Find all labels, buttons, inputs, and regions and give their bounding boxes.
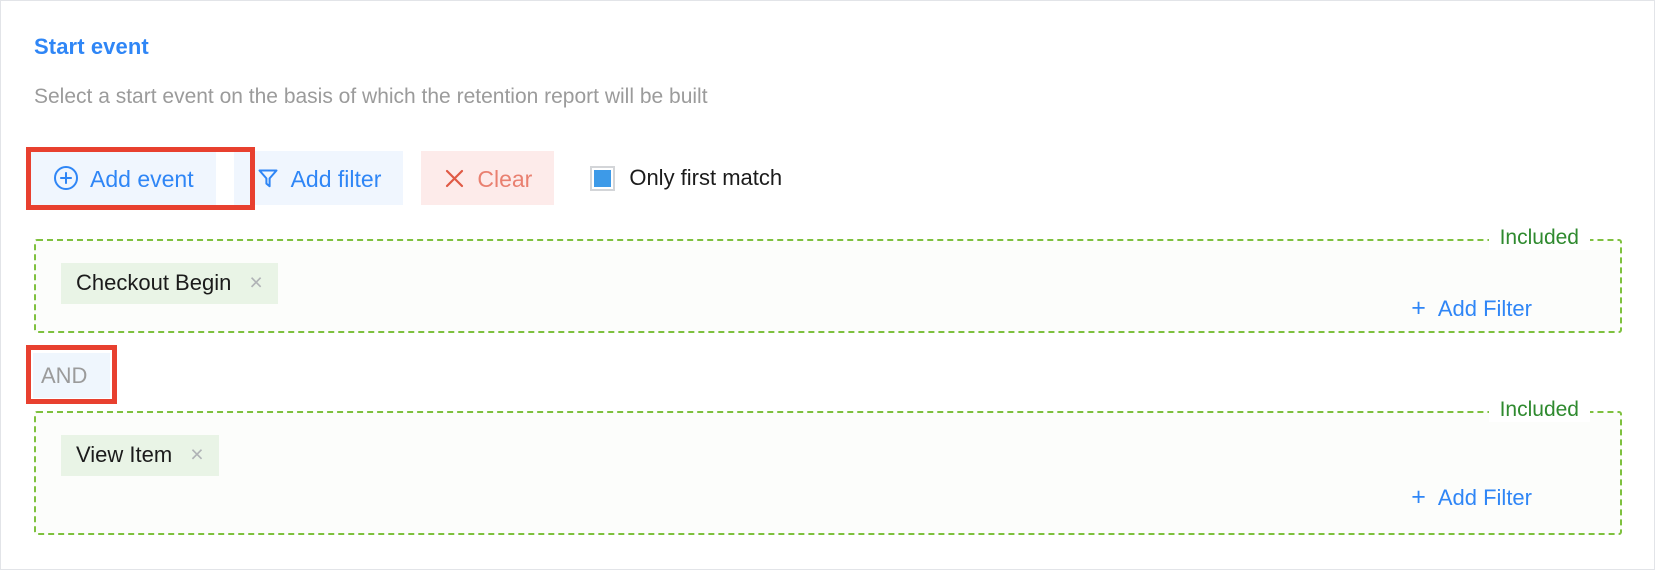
- add-filter-label: Add filter: [290, 165, 382, 192]
- group-legend-included-1: Included: [1488, 226, 1590, 250]
- operator-and-badge[interactable]: AND: [33, 353, 110, 398]
- event-chip-label: View Item: [76, 442, 173, 467]
- clear-label: Clear: [477, 165, 533, 192]
- add-filter-link-2[interactable]: + Add Filter: [1411, 482, 1532, 511]
- add-filter-link-label: Add Filter: [1437, 296, 1532, 321]
- remove-event-icon[interactable]: ×: [190, 442, 203, 466]
- add-event-label: Add event: [90, 165, 194, 192]
- event-group-included-2: Included View Item × + Add Filter: [34, 398, 1622, 535]
- event-toolbar: Add event Add filter Clear Only first ma…: [31, 151, 782, 205]
- add-filter-link-1[interactable]: + Add Filter: [1411, 293, 1532, 322]
- operator-and-label: AND: [41, 362, 88, 388]
- only-first-match-checkbox[interactable]: Only first match: [590, 165, 782, 191]
- only-first-match-label: Only first match: [629, 165, 783, 190]
- plus-icon: +: [1411, 482, 1426, 511]
- close-icon: [443, 167, 466, 190]
- clear-button[interactable]: Clear: [421, 151, 555, 205]
- add-filter-link-label: Add Filter: [1437, 485, 1532, 510]
- funnel-icon: [256, 166, 280, 190]
- remove-event-icon[interactable]: ×: [249, 270, 262, 294]
- page-title: Start event: [34, 34, 149, 59]
- plus-icon: +: [1411, 293, 1426, 322]
- add-event-button[interactable]: Add event: [31, 151, 216, 205]
- start-event-panel: Start event Select a start event on the …: [0, 0, 1655, 570]
- event-chip-view-item[interactable]: View Item ×: [61, 435, 219, 476]
- page-description: Select a start event on the basis of whi…: [34, 85, 708, 108]
- event-chip-label: Checkout Begin: [76, 270, 232, 295]
- group-legend-included-2: Included: [1488, 398, 1590, 422]
- add-filter-button[interactable]: Add filter: [233, 151, 404, 205]
- event-group-included-1: Included Checkout Begin × + Add Filter: [34, 226, 1622, 333]
- checkbox-box[interactable]: [590, 165, 616, 191]
- event-chip-checkout-begin[interactable]: Checkout Begin ×: [61, 263, 278, 304]
- plus-circle-icon: [53, 165, 79, 191]
- checkbox-checked-indicator: [594, 169, 612, 187]
